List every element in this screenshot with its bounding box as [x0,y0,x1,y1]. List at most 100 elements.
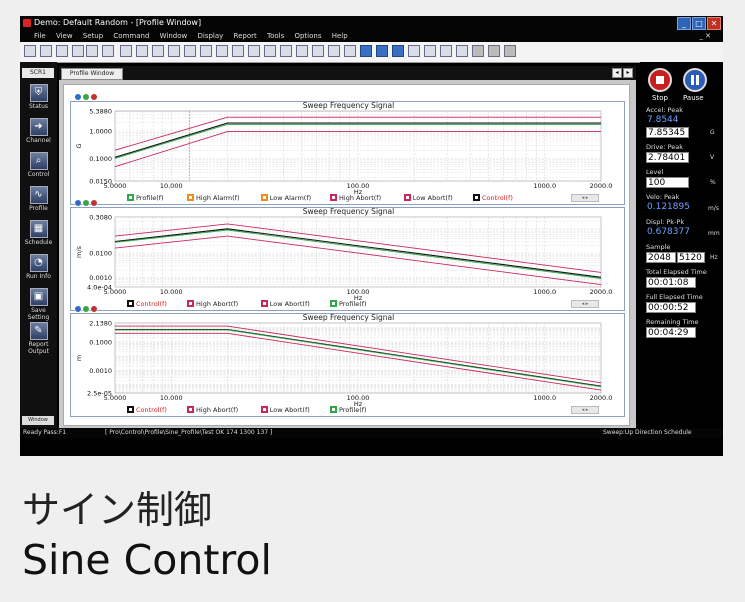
pan-icon[interactable] [216,45,228,57]
velo-peak-label: Velo: Peak [646,193,680,201]
tab-prev-button[interactable]: ◂ [612,68,622,78]
legend-icon[interactable] [312,45,324,57]
copy-icon[interactable] [72,45,84,57]
help-icon[interactable] [456,45,468,57]
menu-window[interactable]: Window [160,32,188,40]
close-button[interactable]: ✕ [707,17,721,30]
legend-item[interactable]: Profile(f) [330,299,367,310]
maximize-button[interactable]: □ [692,17,706,30]
menu-command[interactable]: Command [113,32,149,40]
mdi-controls[interactable]: _ ✕ [699,30,711,42]
level-field[interactable]: 100 [646,177,689,188]
zoom-in-icon[interactable] [74,199,82,207]
print-icon[interactable] [56,45,68,57]
save-icon[interactable] [24,45,36,57]
full-elapsed-time-field[interactable]: 00:00:52 [646,302,696,313]
wand-icon[interactable] [102,45,114,57]
legend-item[interactable]: Low Abort(f) [260,299,310,310]
zoom-add-icon[interactable] [82,305,90,313]
up-icon[interactable] [360,45,372,57]
legend-scroll[interactable]: ◂ ▸ [571,406,599,414]
legend-item[interactable]: Low Abort(f) [403,193,453,204]
drive-peak-field[interactable]: 2.78401 [646,152,689,163]
legend-scroll[interactable]: ◂ ▸ [571,300,599,308]
zoom-in-icon[interactable] [74,93,82,101]
gauge-icon: ◔ [29,254,48,272]
menu-view[interactable]: View [56,32,73,40]
vertical-icon[interactable] [248,45,260,57]
info-icon[interactable] [120,45,132,57]
table-icon[interactable] [296,45,308,57]
stop-sign-icon[interactable] [472,45,484,57]
image-icon[interactable] [392,45,404,57]
menu-help[interactable]: Help [332,32,348,40]
y-tick-label: 0.0010 [89,274,112,282]
legend-item[interactable]: Profile(f) [127,193,164,204]
zoom-in-icon[interactable] [152,45,164,57]
export-icon[interactable] [344,45,356,57]
zoom-reset-icon[interactable] [90,199,98,207]
legend-scroll[interactable]: ◂ ▸ [571,194,599,202]
menu-options[interactable]: Options [294,32,321,40]
zoom-reset-icon[interactable] [90,305,98,313]
paste-icon[interactable] [86,45,98,57]
list-icon[interactable] [424,45,436,57]
sidebar-item-schedule[interactable]: ▦ Schedule [20,220,57,254]
sidebar-item-run-info[interactable]: ◔ Run Info [20,254,57,288]
sidebar-item-status[interactable]: ⛨ Status [20,84,57,118]
legend-item[interactable]: High Abort(f) [187,299,238,310]
zoom-out-icon[interactable] [168,45,180,57]
zoom-in-icon[interactable] [74,305,82,313]
app-screen: Demo: Default Random - [Profile Window] … [20,16,723,456]
remaining-time-field[interactable]: 00:04:29 [646,327,696,338]
legend-item[interactable]: Low Alarm(f) [260,193,311,204]
zoom-add-icon[interactable] [82,93,90,101]
legend-item[interactable]: Control(f) [127,299,167,310]
sample-field-2[interactable]: 5120 [677,252,705,263]
spare-icon[interactable] [504,45,516,57]
undo-icon[interactable] [40,45,52,57]
sidebar-footer[interactable]: Window [22,416,54,425]
stop-button[interactable] [648,68,672,92]
sidebar-item-control[interactable]: ⌕ Control [20,152,57,186]
legend-item[interactable]: Control(f) [127,405,167,416]
legend-item[interactable]: Low Abort(f) [260,405,310,416]
legend-item[interactable]: High Abort(f) [330,193,381,204]
hand-icon[interactable] [136,45,148,57]
menu-display[interactable]: Display [197,32,223,40]
zoom-add-icon[interactable] [82,199,90,207]
legend-item[interactable]: High Abort(f) [187,405,238,416]
horizontal-icon[interactable] [280,45,292,57]
pause-button[interactable] [683,68,707,92]
menu-tools[interactable]: Tools [267,32,284,40]
down-icon[interactable] [376,45,388,57]
status-bar: Ready Pass:F1 [ Pro\Control\Profile\Sine… [20,428,723,438]
legend-item[interactable]: Control(f) [473,193,513,204]
sidebar-item-report-output[interactable]: ✎ Report Output [20,322,57,356]
page-icon[interactable] [408,45,420,57]
select-icon[interactable] [184,45,196,57]
accel-peak-field[interactable]: 7.85345 [646,127,689,138]
peak-icon[interactable] [264,45,276,57]
sidebar-item-channel[interactable]: ➜ Channel [20,118,57,152]
sidebar-item-profile[interactable]: ∿ Profile [20,186,57,220]
tab-next-button[interactable]: ▸ [623,68,633,78]
menu-setup[interactable]: Setup [83,32,103,40]
menu-file[interactable]: File [34,32,46,40]
legend-item[interactable]: Profile(f) [330,405,367,416]
cursor-icon[interactable] [200,45,212,57]
menu-report[interactable]: Report [234,32,257,40]
sample-field[interactable]: 2048 [646,252,676,263]
doc-icon[interactable] [440,45,452,57]
legend-item[interactable]: High Alarm(f) [187,193,240,204]
sidebar-item-label: Report Output [28,341,49,355]
legend-label: Low Abort(f) [412,194,453,202]
grid-icon[interactable] [328,45,340,57]
gear-icon[interactable] [488,45,500,57]
tab-profile-window[interactable]: Profile Window [61,68,123,80]
cross-icon[interactable] [232,45,244,57]
sidebar-item-save-setting[interactable]: ▣ Save Setting [20,288,57,322]
minimize-button[interactable]: _ [677,17,691,30]
total-elapsed-time-field[interactable]: 00:01:08 [646,277,696,288]
zoom-reset-icon[interactable] [90,93,98,101]
